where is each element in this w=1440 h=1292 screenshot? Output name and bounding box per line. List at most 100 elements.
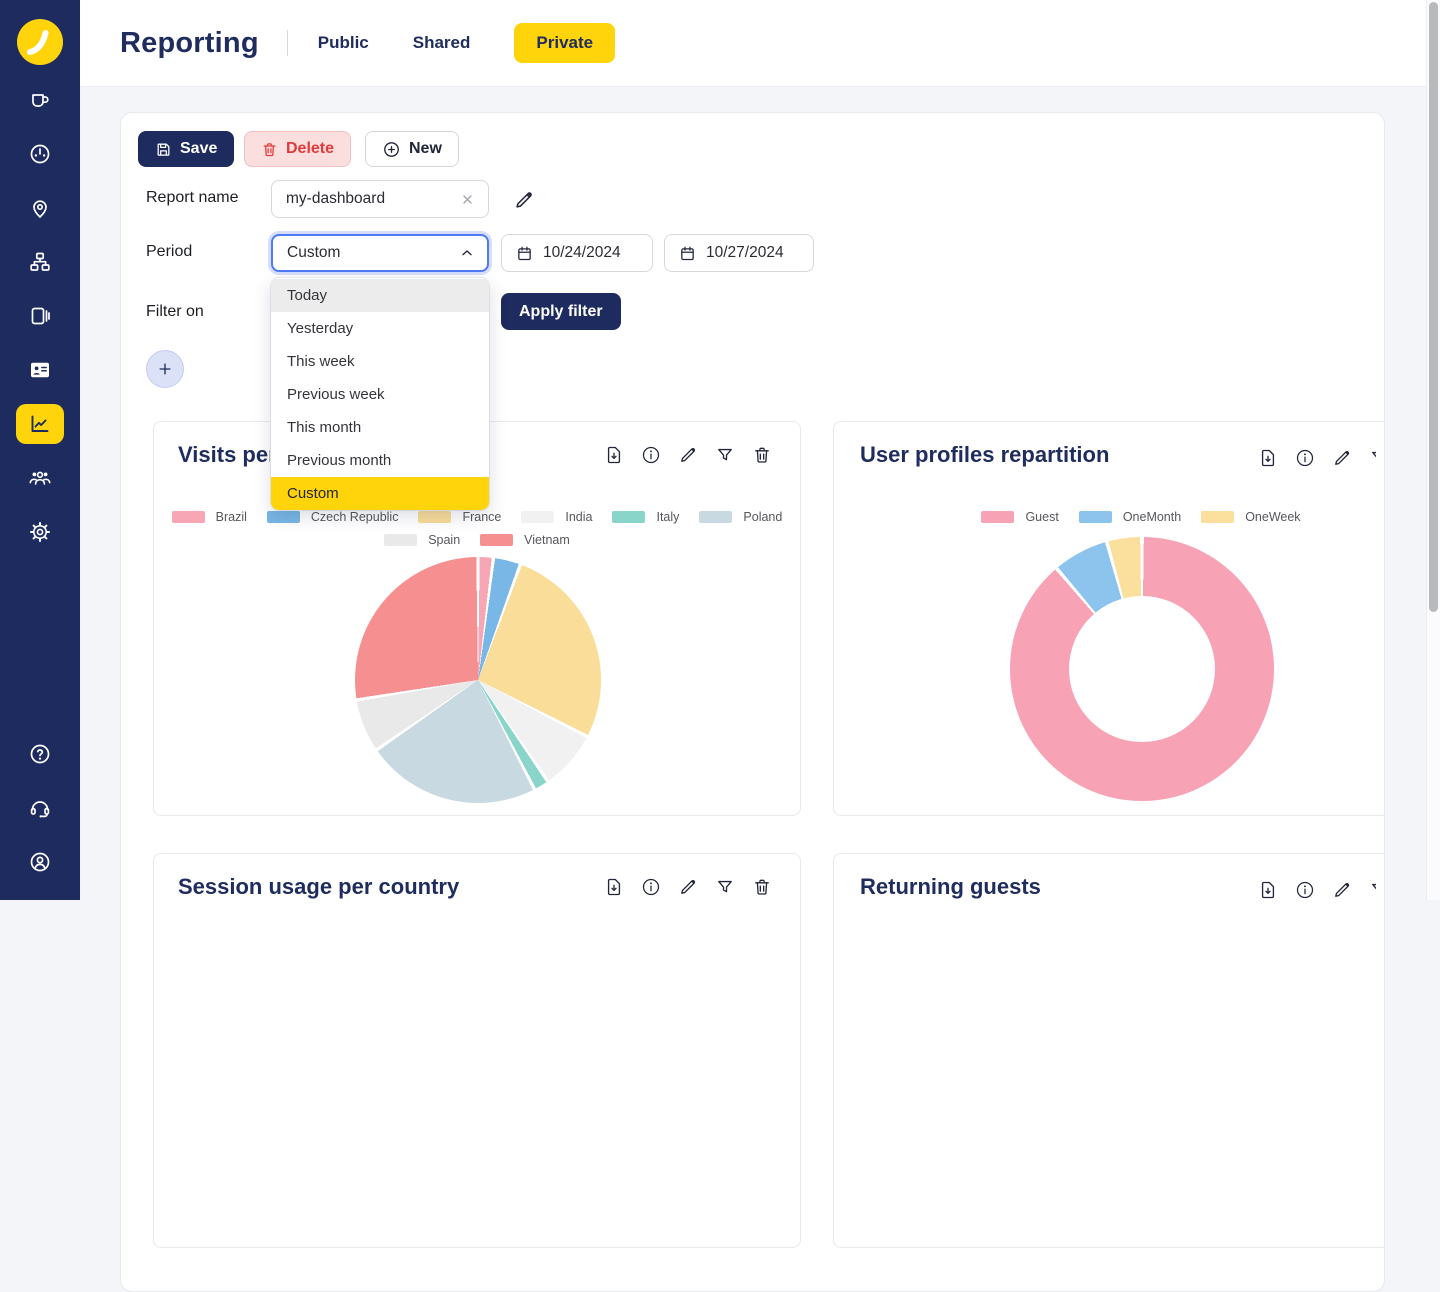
period-option-this-week[interactable]: This week	[271, 345, 489, 378]
clear-input-icon[interactable]	[459, 191, 476, 208]
legend-item[interactable]: Italy	[612, 510, 679, 524]
report-name-input[interactable]	[286, 190, 459, 208]
delete-button-label: Delete	[286, 140, 335, 157]
download-icon[interactable]	[604, 445, 624, 465]
period-option-today[interactable]: Today	[271, 279, 489, 312]
legend-item[interactable]: France	[418, 510, 501, 524]
donut-hole	[1069, 596, 1215, 742]
chart-title: Session usage per country	[178, 874, 460, 899]
period-option-yesterday[interactable]: Yesterday	[271, 312, 489, 345]
legend-item[interactable]: OneWeek	[1201, 510, 1301, 524]
legend-label: OneWeek	[1245, 510, 1301, 524]
legend-item[interactable]: Brazil	[171, 510, 247, 524]
tab-private[interactable]: Private	[514, 23, 616, 63]
tab-shared[interactable]: Shared	[413, 33, 471, 53]
legend-swatch	[418, 511, 452, 523]
date-to-value: 10/27/2024	[706, 244, 784, 261]
edit-icon[interactable]	[678, 877, 698, 897]
rename-report-icon[interactable]	[513, 189, 535, 211]
info-icon[interactable]	[641, 445, 661, 465]
date-to-field[interactable]: 10/27/2024	[664, 234, 814, 272]
info-icon[interactable]	[1295, 880, 1315, 900]
delete-button[interactable]: Delete	[244, 131, 352, 167]
legend-label: Poland	[743, 510, 783, 524]
sidebar-item-carousel-icon[interactable]	[28, 304, 52, 328]
pie-chart-visits-per-country	[355, 557, 601, 803]
sidebar-item-sitemap-icon[interactable]	[28, 250, 52, 274]
new-button[interactable]: New	[365, 131, 459, 167]
sidebar-item-dashboard-gauge-icon[interactable]	[28, 142, 52, 166]
edit-icon[interactable]	[678, 445, 698, 465]
filter-icon[interactable]	[715, 877, 735, 897]
chart-title: Returning guests	[860, 874, 1041, 899]
edit-icon[interactable]	[1332, 448, 1352, 468]
top-header: Reporting Public Shared Private	[80, 0, 1440, 87]
legend-item[interactable]: Poland	[699, 510, 782, 524]
legend-swatch	[981, 511, 1015, 523]
filter-icon[interactable]	[715, 445, 735, 465]
save-button[interactable]: Save	[138, 131, 235, 167]
period-option-this-month[interactable]: This month	[271, 411, 489, 444]
scrollbar-thumb[interactable]	[1429, 2, 1438, 612]
legend-item[interactable]: Spain	[384, 533, 460, 547]
save-floppy-icon	[157, 143, 170, 156]
legend-swatch	[266, 511, 300, 523]
sidebar-item-user-group-icon[interactable]	[28, 466, 52, 490]
download-icon[interactable]	[604, 877, 624, 897]
legend-swatch	[699, 511, 733, 523]
date-from-field[interactable]: 10/24/2024	[501, 234, 653, 272]
sidebar-item-settings-gear-icon[interactable]	[28, 520, 52, 544]
tab-public[interactable]: Public	[318, 33, 369, 53]
sidebar-item-account-icon[interactable]	[28, 850, 52, 874]
chart-title: User profiles repartition	[860, 442, 1110, 467]
apply-filter-button[interactable]: Apply filter	[501, 293, 621, 330]
chevron-up-icon	[462, 250, 472, 256]
info-icon[interactable]	[641, 877, 661, 897]
legend-item[interactable]: Guest	[981, 510, 1059, 524]
filter-icon[interactable]	[1369, 880, 1376, 900]
sidebar-item-help-icon[interactable]	[28, 742, 52, 766]
sidebar-item-support-headset-icon[interactable]	[28, 796, 52, 820]
sidebar-item-contact-card-icon[interactable]	[28, 358, 52, 382]
legend-item[interactable]: OneMonth	[1078, 510, 1182, 524]
line-chart-icon	[31, 415, 49, 432]
legend-item[interactable]: Czech Republic	[266, 510, 399, 524]
chart-actions	[1258, 448, 1376, 468]
legend-label: Vietnam	[524, 533, 570, 547]
sidebar	[0, 0, 80, 900]
trash-icon	[263, 142, 276, 156]
sidebar-item-location-pin-icon[interactable]	[28, 196, 52, 220]
trash-icon[interactable]	[752, 445, 772, 465]
legend-label: Czech Republic	[310, 510, 399, 524]
legend-item[interactable]: India	[521, 510, 592, 524]
add-filter-button[interactable]	[146, 350, 184, 388]
header-divider	[286, 30, 288, 56]
trash-icon[interactable]	[752, 877, 772, 897]
report-panel: Save Delete New Report name Period Custo…	[120, 112, 1385, 1292]
edit-icon[interactable]	[1332, 880, 1352, 900]
download-icon[interactable]	[1258, 448, 1278, 468]
legend-item[interactable]: Vietnam	[480, 533, 570, 547]
plus-circle-icon	[384, 141, 399, 157]
filter-icon[interactable]	[1369, 448, 1376, 468]
chart-actions	[604, 445, 772, 465]
report-name-label: Report name	[146, 189, 239, 206]
legend-label: OneMonth	[1122, 510, 1182, 524]
date-from-value: 10/24/2024	[543, 244, 621, 261]
info-icon[interactable]	[1295, 448, 1315, 468]
legend-swatch	[521, 511, 555, 523]
period-dropdown-menu: Today Yesterday This week Previous week This…	[271, 278, 489, 510]
chart-legend: Guest OneMonth OneWeek	[834, 510, 1384, 524]
period-select[interactable]: Custom	[271, 234, 489, 272]
period-option-custom[interactable]: Custom	[271, 477, 489, 510]
period-option-previous-week[interactable]: Previous week	[271, 378, 489, 411]
download-icon[interactable]	[1258, 880, 1278, 900]
sidebar-item-coffee-mug-icon[interactable]	[28, 88, 52, 112]
sidebar-item-reporting-active[interactable]	[16, 404, 64, 444]
plus-icon	[159, 363, 171, 375]
app-logo[interactable]	[17, 19, 63, 65]
legend-swatch	[171, 511, 205, 523]
legend-label: France	[462, 510, 502, 524]
period-option-previous-month[interactable]: Previous month	[271, 444, 489, 477]
report-name-field[interactable]	[271, 180, 489, 218]
